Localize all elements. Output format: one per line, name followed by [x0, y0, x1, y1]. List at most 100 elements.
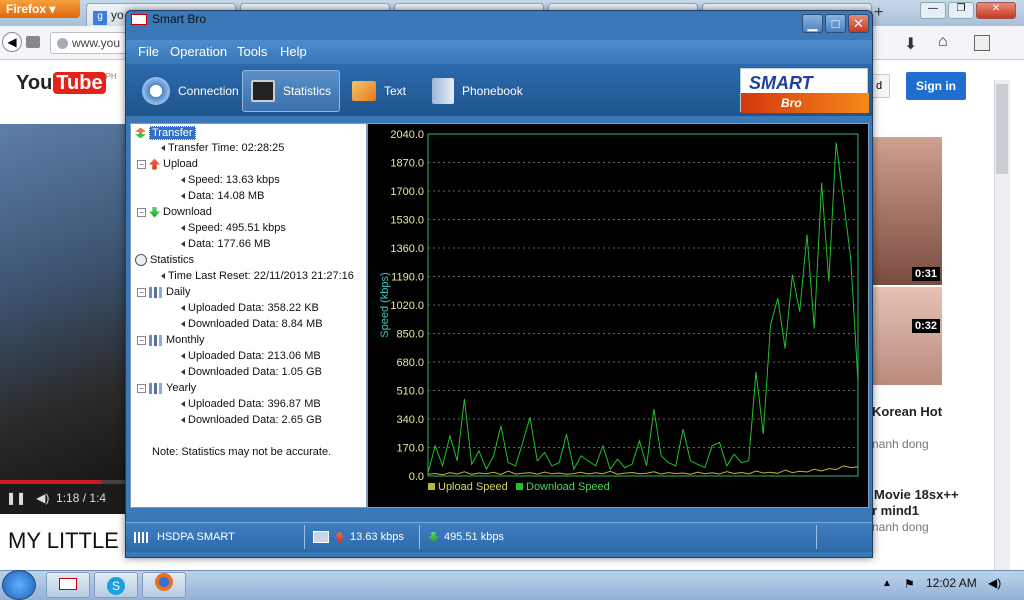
flag-icon[interactable]: ⚑	[904, 577, 915, 591]
tree-item-upload-speed[interactable]: Speed: 13.63 kbps	[181, 174, 280, 186]
leaf-arrow-icon	[181, 225, 185, 231]
y-tick-label: 850.0	[396, 329, 424, 341]
network-adapter-icon	[313, 531, 329, 543]
y-tick-label: 680.0	[396, 357, 424, 369]
tree-node-transfer[interactable]: Transfer	[135, 126, 196, 140]
status-divider	[419, 525, 420, 549]
close-button[interactable]: ✕	[848, 14, 869, 33]
leaf-arrow-icon	[181, 353, 185, 359]
tray-arrow-icon[interactable]: ▲	[882, 578, 892, 589]
firefox-menu-button[interactable]: Firefox ▾	[0, 0, 80, 18]
download-arrow-icon	[428, 531, 439, 543]
tree-node-yearly[interactable]: − Yearly	[137, 382, 196, 394]
menu-operation[interactable]: Operation	[170, 44, 227, 59]
connection-icon	[142, 77, 170, 105]
envelope-icon	[352, 81, 376, 101]
back-button[interactable]: ◀	[2, 32, 22, 52]
menu-help[interactable]: Help	[280, 44, 307, 59]
clock[interactable]: 12:02 AM	[926, 576, 977, 590]
youtube-logo[interactable]: You Tube PH	[16, 72, 117, 95]
download-icon[interactable]: ⬇	[904, 34, 917, 54]
sign-in-button[interactable]: Sign in	[906, 72, 966, 100]
tree-item-upload-data[interactable]: Data: 14.08 MB	[181, 190, 264, 202]
download-icon	[149, 206, 160, 218]
tree-item-yearly-uploaded[interactable]: Uploaded Data: 396.87 MB	[181, 398, 321, 410]
related-video-channel: nanh dong	[872, 437, 929, 451]
status-divider	[304, 525, 305, 549]
legend-label: Download Speed	[526, 481, 610, 493]
tree-item-download-speed[interactable]: Speed: 495.51 kbps	[181, 222, 286, 234]
skype-taskbar-button[interactable]: S	[94, 572, 138, 598]
statistics-tree[interactable]: Transfer Transfer Time: 02:28:25 − Upload…	[130, 123, 367, 508]
speed-chart: 2040.0 1870.0 1700.0 1530.0 1360.0 1190.0 1020…	[367, 123, 869, 508]
legend-label: Upload Speed	[438, 481, 508, 493]
url-bar[interactable]: www.you	[50, 32, 130, 54]
collapse-icon[interactable]: −	[137, 159, 146, 169]
y-tick-label: 1870.0	[390, 158, 424, 170]
collapse-icon[interactable]: −	[137, 207, 146, 217]
tree-item-daily-downloaded[interactable]: Downloaded Data: 8.84 MB	[181, 318, 323, 330]
related-video-thumbnail[interactable]: 0:32	[872, 287, 942, 385]
clock-icon	[135, 254, 147, 266]
volume-tray-icon[interactable]: ◀)	[988, 576, 1001, 590]
minimize-browser-button[interactable]: —	[920, 2, 946, 19]
window-title: Smart Bro	[131, 12, 206, 26]
statistics-button[interactable]: Statistics	[242, 70, 340, 112]
video-duration: 0:32	[911, 319, 940, 333]
menu-tools[interactable]: Tools	[237, 44, 267, 59]
pause-icon[interactable]: ❚❚	[6, 491, 26, 505]
collapse-icon[interactable]: −	[137, 287, 146, 297]
leaf-arrow-icon	[181, 369, 185, 375]
smartbro-taskbar-button[interactable]	[46, 572, 90, 598]
bookmark-icon[interactable]	[26, 36, 40, 48]
restore-browser-button[interactable]: ❐	[948, 2, 974, 19]
app-icon	[131, 14, 147, 26]
statistics-note: Note: Statistics may not be accurate.	[152, 446, 332, 458]
maximize-button[interactable]: □	[825, 14, 846, 33]
connection-button[interactable]: Connection	[134, 70, 247, 112]
y-tick-label: 1020.0	[390, 300, 424, 312]
collapse-icon[interactable]: −	[137, 383, 146, 393]
video-player[interactable]	[0, 124, 126, 514]
tree-node-daily[interactable]: − Daily	[137, 286, 190, 298]
tree-item-daily-uploaded[interactable]: Uploaded Data: 358.22 KB	[181, 302, 319, 314]
new-tab-button[interactable]: +	[874, 4, 883, 22]
related-video-title[interactable]: Movie 18sx++	[874, 487, 959, 502]
signal-icon	[134, 531, 152, 543]
menu-file[interactable]: File	[138, 44, 159, 59]
related-video-title-line2[interactable]: r mind1	[872, 503, 919, 518]
tree-item-transfer-time[interactable]: Transfer Time: 02:28:25	[161, 142, 284, 154]
video-duration: 0:31	[911, 267, 940, 281]
tree-node-monthly[interactable]: − Monthly	[137, 334, 205, 346]
start-button[interactable]	[2, 570, 36, 600]
tree-item-yearly-downloaded[interactable]: Downloaded Data: 2.65 GB	[181, 414, 322, 426]
related-video-title[interactable]: Korean Hot	[872, 404, 942, 419]
firefox-icon	[155, 573, 173, 591]
close-browser-button[interactable]: ✕	[976, 2, 1016, 19]
tree-item-monthly-downloaded[interactable]: Downloaded Data: 1.05 GB	[181, 366, 322, 378]
tree-node-statistics[interactable]: Statistics	[135, 254, 194, 266]
network-status: HSDPA SMART	[134, 531, 235, 543]
tree-node-upload[interactable]: − Upload	[137, 158, 198, 170]
minimize-button[interactable]: ▁	[802, 14, 823, 33]
volume-icon[interactable]: ◀)	[36, 491, 49, 505]
home-icon[interactable]: ⌂	[938, 33, 948, 51]
leaf-arrow-icon	[181, 241, 185, 247]
series-line-upload	[427, 465, 859, 476]
collapse-icon[interactable]: −	[137, 335, 146, 345]
tree-item-time-last-reset[interactable]: Time Last Reset: 22/11/2013 21:27:16	[161, 270, 354, 282]
scrollbar-thumb[interactable]	[996, 84, 1008, 174]
tree-item-download-data[interactable]: Data: 177.66 MB	[181, 238, 271, 250]
text-button[interactable]: Text	[344, 70, 414, 112]
addon-icon[interactable]	[974, 35, 990, 51]
statistics-icon	[251, 80, 275, 102]
smartbro-icon	[59, 578, 77, 590]
speed-chart-svg: 2040.0 1870.0 1700.0 1530.0 1360.0 1190.0 1020…	[379, 129, 859, 493]
phonebook-button[interactable]: Phonebook	[424, 70, 531, 112]
leaf-arrow-icon	[181, 401, 185, 407]
tree-item-monthly-uploaded[interactable]: Uploaded Data: 213.06 MB	[181, 350, 321, 362]
related-video-thumbnail[interactable]: 0:31	[872, 137, 942, 285]
y-axis-label: Speed (kbps)	[379, 272, 391, 337]
tree-node-download[interactable]: − Download	[137, 206, 212, 218]
firefox-taskbar-button[interactable]	[142, 572, 186, 598]
